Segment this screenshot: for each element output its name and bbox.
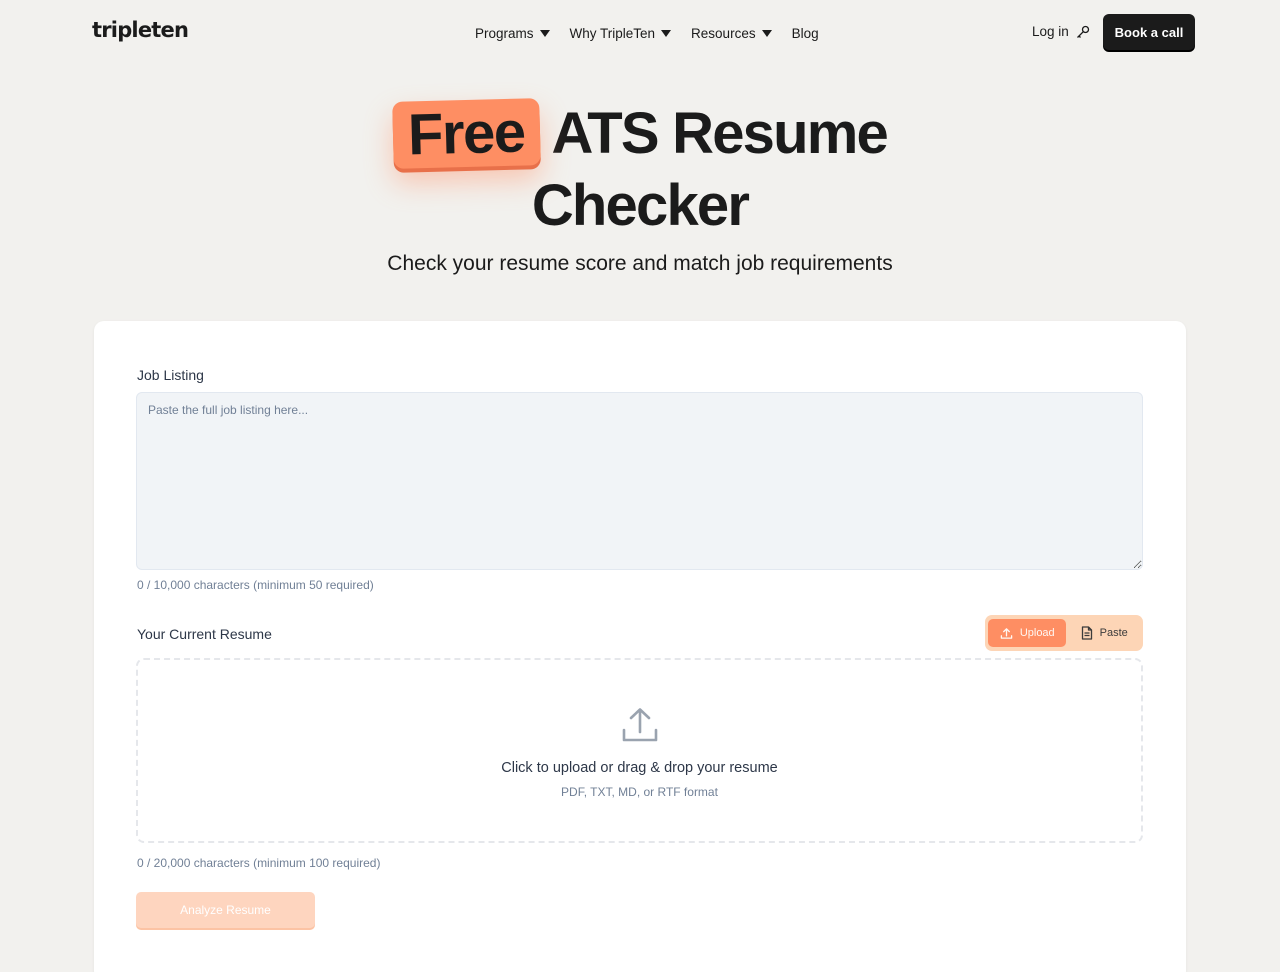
tripleten-logo[interactable]: tripleten	[92, 18, 189, 42]
upload-tray-icon	[622, 708, 658, 742]
nav-item-label: Why TripleTen	[569, 25, 656, 41]
document-icon	[1081, 626, 1092, 640]
upload-mode-label: Upload	[1019, 627, 1055, 639]
hero-subtitle: Check your resume score and match job re…	[387, 252, 893, 275]
caret-down-icon	[661, 29, 672, 37]
upload-mode-button[interactable]: Upload	[988, 619, 1067, 647]
hero-title-line-2: Checker	[531, 173, 750, 238]
paste-mode-button[interactable]: Paste	[1068, 619, 1140, 647]
free-badge: Free	[392, 98, 541, 169]
caret-down-icon	[539, 29, 550, 37]
nav-item-why-tripleten[interactable]: Why TripleTen	[570, 24, 672, 42]
book-a-call-button[interactable]: Book a call	[1103, 14, 1195, 50]
hero-title-line-1: Free ATS Resume	[0, 98, 1280, 169]
job-listing-textarea[interactable]	[136, 392, 1143, 570]
key-icon	[1076, 25, 1089, 38]
site-header: tripleten Programs Why TripleTen Resourc…	[0, 0, 1280, 64]
upload-icon	[1000, 627, 1013, 639]
hero-title-text: ATS Resume	[551, 101, 889, 166]
login-link[interactable]: Log in	[1032, 24, 1090, 39]
caret-down-icon	[761, 29, 772, 37]
nav-item-resources[interactable]: Resources	[691, 24, 772, 42]
resume-label: Your Current Resume	[137, 626, 272, 642]
nav-item-blog[interactable]: Blog	[792, 24, 819, 42]
nav-item-label: Programs	[475, 25, 534, 41]
nav-item-label: Resources	[691, 25, 756, 41]
dropzone-subtitle: PDF, TXT, MD, or RTF format	[561, 785, 718, 799]
resume-dropzone[interactable]: Click to upload or drag & drop your resu…	[136, 658, 1143, 843]
resume-input-mode-toggle: Upload Paste	[985, 615, 1143, 651]
main-nav: Programs Why TripleTen Resources Blog	[475, 24, 839, 42]
paste-mode-label: Paste	[1099, 627, 1128, 639]
resume-counter: 0 / 20,000 characters (minimum 100 requi…	[137, 856, 381, 870]
dropzone-title: Click to upload or drag & drop your resu…	[501, 760, 778, 776]
resume-checker-card: Job Listing 0 / 10,000 characters (minim…	[94, 321, 1186, 972]
nav-item-programs[interactable]: Programs	[475, 24, 550, 42]
analyze-resume-button[interactable]: Analyze Resume	[136, 892, 315, 928]
nav-item-label: Blog	[791, 25, 819, 41]
job-listing-counter: 0 / 10,000 characters (minimum 50 requir…	[137, 578, 374, 592]
job-listing-label: Job Listing	[137, 367, 204, 383]
login-label: Log in	[1032, 24, 1069, 39]
